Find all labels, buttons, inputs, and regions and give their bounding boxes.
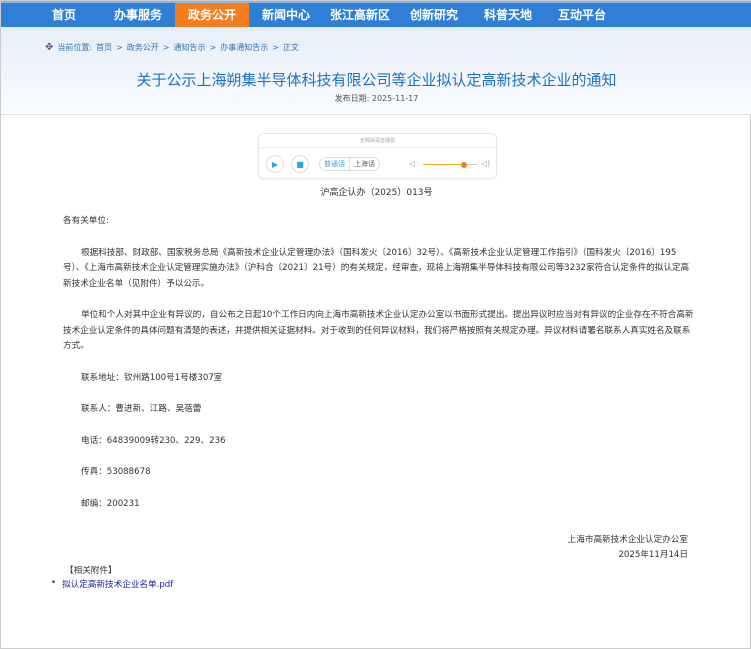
top-nav: 首页 办事服务 政务公开 新闻中心 张江高新区 创新研究 科普天地 互动平台 xyxy=(1,1,751,27)
signature-date: 2025年11月14日 xyxy=(618,550,688,560)
breadcrumb-gov[interactable]: 政务公开 xyxy=(127,42,159,53)
breadcrumb: ✥ 当前位置: 首页 > 政务公开 > 通知告示 > 办事通知告示 > 正文 xyxy=(45,42,299,53)
play-icon: ▶ xyxy=(271,159,279,169)
lang-shanghainese[interactable]: 上海话 xyxy=(350,158,379,170)
breadcrumb-label: 当前位置: xyxy=(57,43,93,52)
volume-knob[interactable] xyxy=(460,161,467,168)
attachment-link[interactable]: 拟认定高新技术企业名单.pdf xyxy=(62,578,173,590)
publish-date: 发布日期: 2025-11-17 xyxy=(334,94,419,103)
language-toggle: 普通话 上海话 xyxy=(319,157,380,171)
signature-org: 上海市高新技术企业认定办公室 xyxy=(567,535,688,545)
contact-phone: 电话：64839009转230、229、236 xyxy=(81,435,226,446)
contact-address: 联系地址：钦州路100号1号楼307室 xyxy=(81,372,223,383)
nav-research[interactable]: 创新研究 xyxy=(397,3,471,27)
stop-icon: ■ xyxy=(296,159,304,169)
breadcrumb-service-notices[interactable]: 办事通知告示 xyxy=(220,42,268,53)
paragraph-1: 根据科技部、财政部、国家税务总局《高新技术企业认定管理办法》（国科发火〔2016… xyxy=(63,247,690,289)
player-caption: 无障碍语音播报 xyxy=(259,134,496,148)
nav-zhangjiang[interactable]: 张江高新区 xyxy=(323,3,397,27)
lang-mandarin[interactable]: 普通话 xyxy=(320,158,350,170)
nav-gov-affairs[interactable]: 政务公开 xyxy=(175,3,249,27)
nav-services[interactable]: 办事服务 xyxy=(101,3,175,27)
attachments-heading: 【相关附件】 xyxy=(65,566,117,576)
article-body: 各有关单位: 根据科技部、财政部、国家税务总局《高新技术企业认定管理办法》（国科… xyxy=(63,214,695,528)
nav-interaction[interactable]: 互动平台 xyxy=(545,3,619,27)
salutation: 各有关单位: xyxy=(63,216,109,226)
document-number: 沪高企认办（2025）013号 xyxy=(320,188,433,198)
contact-postcode: 邮编：200231 xyxy=(81,498,140,509)
nav-home[interactable]: 首页 xyxy=(27,3,101,27)
attachment-item: • 拟认定高新技术企业名单.pdf xyxy=(51,578,173,590)
paragraph-2: 单位和个人对其中企业有异议的，自公布之日起10个工作日内向上海市高新技术企业认定… xyxy=(63,310,694,351)
audio-player: 无障碍语音播报 ▶ ■ 普通话 上海话 ◁ ◁) xyxy=(258,133,497,179)
play-button[interactable]: ▶ xyxy=(266,155,284,173)
breadcrumb-notices[interactable]: 通知告示 xyxy=(174,42,206,53)
contact-person: 联系人：曹进新、江路、吴蓓蕾 xyxy=(81,404,202,414)
nav-news[interactable]: 新闻中心 xyxy=(249,3,323,27)
page-title: 关于公示上海朔集半导体科技有限公司等企业拟认定高新技术企业的通知 xyxy=(136,71,617,89)
volume-slider[interactable] xyxy=(423,161,477,168)
stop-button[interactable]: ■ xyxy=(291,155,309,173)
bullet-icon: • xyxy=(51,578,57,588)
location-icon: ✥ xyxy=(45,42,54,53)
contact-fax: 传真：53088678 xyxy=(81,467,151,477)
nav-science[interactable]: 科普天地 xyxy=(471,3,545,27)
signature: 上海市高新技术企业认定办公室 2025年11月14日 xyxy=(568,533,688,563)
volume-fill xyxy=(423,164,464,165)
volume-high-icon[interactable]: ◁) xyxy=(481,159,490,168)
breadcrumb-home[interactable]: 首页 xyxy=(96,42,112,53)
breadcrumb-current: 正文 xyxy=(282,43,299,52)
volume-low-icon[interactable]: ◁ xyxy=(409,159,415,168)
